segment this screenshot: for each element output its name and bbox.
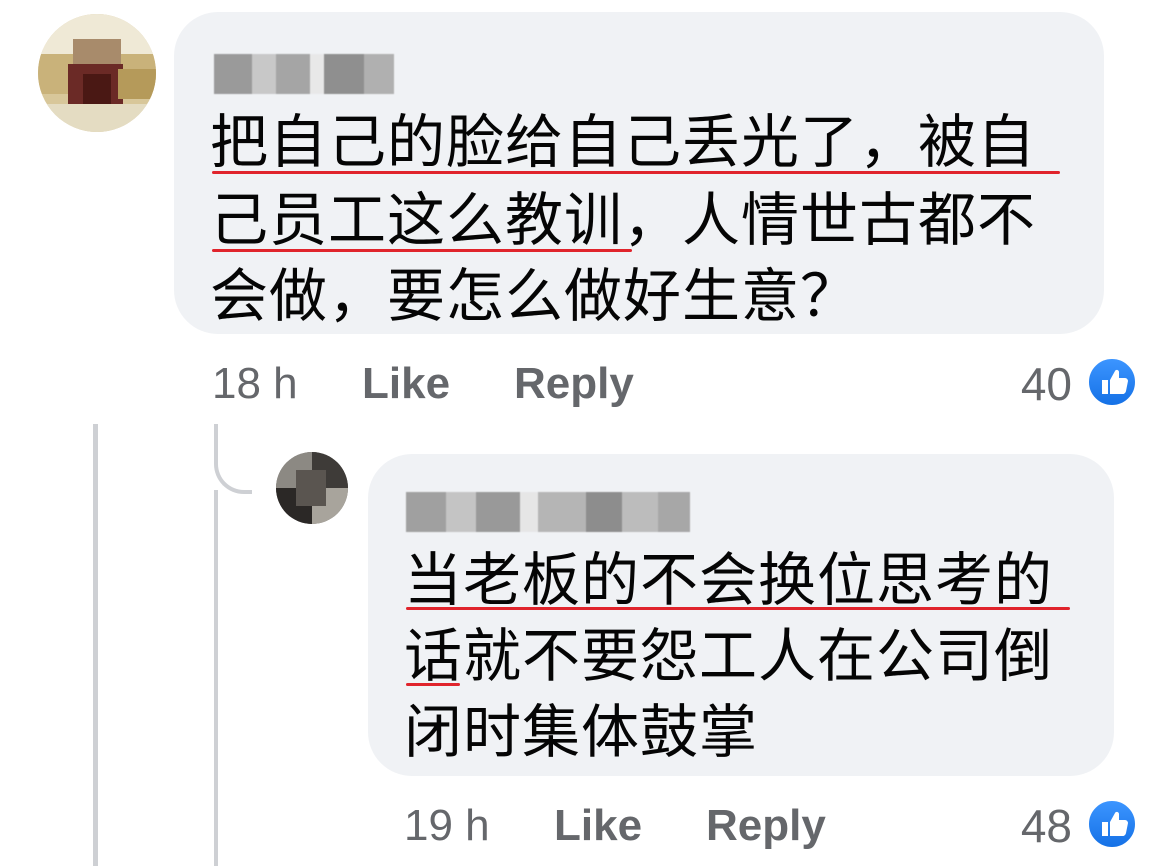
avatar[interactable] [38,14,156,132]
comment-bubble: 把自己的脸给自己丢光了，被自 己员工这么教训，人情世古都不 会做，要怎么做好生意… [174,12,1104,334]
comment-text-line: 当老板的不会换位思考的 [404,546,1054,614]
author-name-blurred[interactable] [406,492,690,532]
comment-timestamp[interactable]: 18 h [212,358,298,410]
comment-text-line: 闭时集体鼓掌 [404,698,759,766]
like-button[interactable]: Like [362,358,450,410]
thread-connector-line [93,424,98,866]
thumbs-up-icon[interactable] [1086,798,1138,850]
avatar[interactable] [276,452,348,524]
spellcheck-underline [212,171,1060,174]
reply-button[interactable]: Reply [706,800,826,852]
reaction-count[interactable]: 48 [990,800,1072,852]
spellcheck-underline [406,607,1070,610]
thread-connector-line-2 [214,490,218,866]
comment-thread: 把自己的脸给自己丢光了，被自 己员工这么教训，人情世古都不 会做，要怎么做好生意… [0,0,1170,866]
comment-text-line: 把自己的脸给自己丢光了，被自 [210,108,1037,176]
reply-button[interactable]: Reply [514,358,634,410]
thumbs-up-icon[interactable] [1086,356,1138,408]
comment-timestamp[interactable]: 19 h [404,800,490,852]
reply-connector-curve [214,424,252,494]
spellcheck-underline [406,683,460,686]
like-button[interactable]: Like [554,800,642,852]
comment-text-line: 会做，要怎么做好生意？ [210,262,860,330]
comment-text-line: 话就不要怨工人在公司倒 [404,622,1054,690]
reaction-count[interactable]: 40 [990,358,1072,410]
author-name-blurred[interactable] [214,54,394,94]
spellcheck-underline [212,249,632,252]
comment-bubble: 当老板的不会换位思考的 话就不要怨工人在公司倒 闭时集体鼓掌 [368,454,1114,776]
comment-text-line: 己员工这么教训，人情世古都不 [210,186,1037,254]
